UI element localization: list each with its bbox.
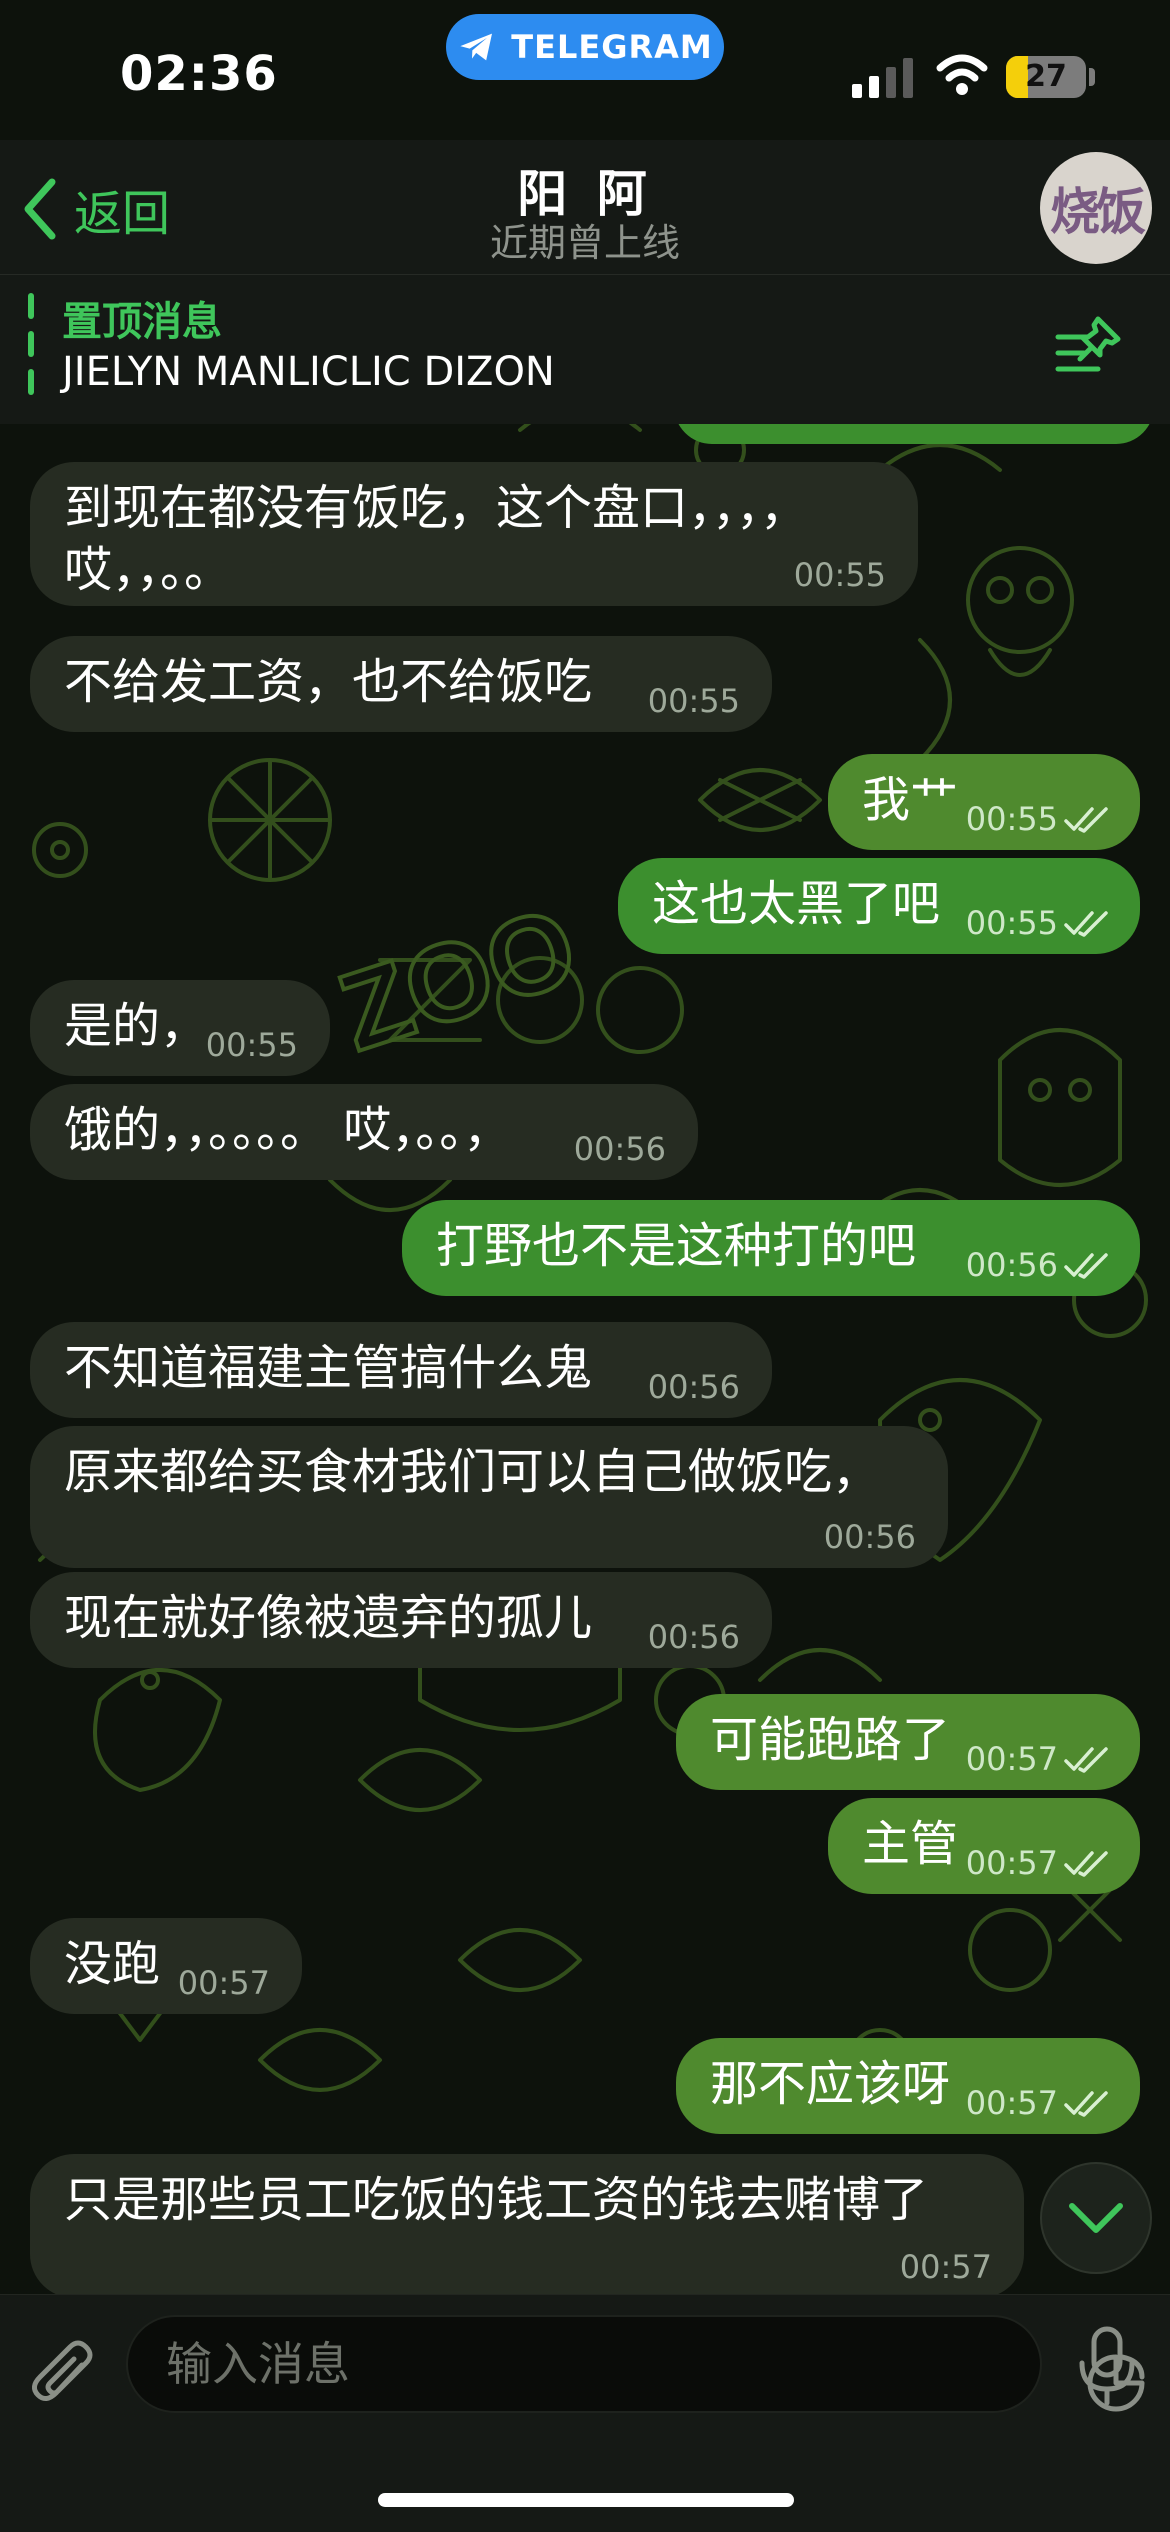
message-time: 00:55 xyxy=(206,1028,298,1062)
composer xyxy=(0,2294,1170,2532)
pinned-text: JIELYN MANLICLIC DIZON xyxy=(62,349,555,395)
pinned-message[interactable]: 置顶消息 JIELYN MANLICLIC DIZON xyxy=(0,274,1170,424)
pinned-indicator xyxy=(28,293,34,407)
message-time-label: 00:55 xyxy=(647,682,740,720)
incoming-message[interactable]: 饿的，，。。。。 哎，。。， 00:56 xyxy=(30,1084,698,1180)
message-time-label: 00:55 xyxy=(205,1026,298,1064)
message-time-label: 00:56 xyxy=(573,1130,666,1168)
message-text: 原来都给买食材我们可以自己做饭吃， xyxy=(64,1444,881,1500)
message-time: 00:57 xyxy=(900,2250,992,2284)
chat-header: 返回 阳 阿 近期曾上线 烧饭 xyxy=(0,140,1170,274)
message-time: 00:57 xyxy=(178,1966,270,2000)
outgoing-message[interactable]: 打野也不是这种打的吧 00:56 xyxy=(402,1200,1140,1296)
status-bar: 02:36 TELEGRAM 27 xyxy=(0,0,1170,140)
message-time: 00:56 xyxy=(824,1520,916,1554)
telegram-icon xyxy=(460,33,493,61)
incoming-message[interactable]: 不知道福建主管搞什么鬼 00:56 xyxy=(30,1322,772,1418)
outgoing-message[interactable]: 可能跑路了 00:57 xyxy=(676,1694,1140,1790)
battery-percent: 27 xyxy=(1025,59,1067,94)
message-time-label: 00:56 xyxy=(823,1518,916,1556)
battery-tip xyxy=(1089,68,1095,86)
message-time-label: 00:57 xyxy=(899,2248,992,2286)
telegram-pill[interactable]: TELEGRAM xyxy=(446,14,724,80)
message-time: 00:55 xyxy=(794,558,886,592)
chat-status: 近期曾上线 xyxy=(489,221,680,265)
message-time-label: 00:56 xyxy=(965,1246,1058,1284)
message-time: 00:57 xyxy=(966,2086,1108,2120)
message-text: 不给发工资，也不给饭吃 xyxy=(64,654,593,710)
message-time-label: 00:56 xyxy=(647,1368,740,1406)
avatar-text: 烧饭 xyxy=(1050,182,1146,241)
message-input[interactable] xyxy=(166,2317,946,2411)
paperclip-icon[interactable] xyxy=(30,2335,100,2415)
signal-icon xyxy=(852,58,913,98)
message-text: 哎，，。。 xyxy=(64,542,233,598)
message-time-label: 00:57 xyxy=(965,2084,1058,2122)
message-text: 到现在都没有饭吃，这个盘口，，，， xyxy=(64,480,809,536)
message-time: 00:55 xyxy=(966,906,1108,940)
message-input-container[interactable] xyxy=(126,2315,1145,2413)
microphone-icon[interactable] xyxy=(1074,2325,1140,2407)
scroll-down-button[interactable] xyxy=(1040,2162,1152,2274)
incoming-message[interactable]: 不给发工资，也不给饭吃 00:55 xyxy=(30,636,772,732)
battery-indicator: 27 xyxy=(1006,56,1086,98)
incoming-message[interactable]: 是的， 00:55 xyxy=(30,980,330,1076)
message-text: 现在就好像被遗弃的孤儿 xyxy=(64,1590,593,1646)
previous-message-bubble xyxy=(674,424,1154,444)
message-time-label: 00:55 xyxy=(793,556,886,594)
message-time-label: 00:55 xyxy=(965,904,1058,942)
message-time: 00:55 xyxy=(648,684,740,718)
message-time: 00:56 xyxy=(648,1370,740,1404)
message-time: 00:55 xyxy=(966,802,1108,836)
clock: 02:36 xyxy=(120,46,278,102)
message-time: 00:57 xyxy=(966,1742,1108,1776)
incoming-message[interactable]: 原来都给买食材我们可以自己做饭吃， 00:56 xyxy=(30,1426,948,1568)
outgoing-message[interactable]: 这也太黑了吧 00:55 xyxy=(618,858,1140,954)
message-time-label: 00:57 xyxy=(965,1740,1058,1778)
chevron-down-icon xyxy=(1069,2203,1123,2233)
home-indicator xyxy=(378,2493,794,2507)
message-text: 只是那些员工吃饭的钱工资的钱去赌博了 xyxy=(64,2172,929,2228)
message-time-label: 00:56 xyxy=(647,1618,740,1656)
incoming-message[interactable]: 只是那些员工吃饭的钱工资的钱去赌博了 00:57 xyxy=(30,2154,1024,2294)
message-time: 00:56 xyxy=(574,1132,666,1166)
double-check-icon xyxy=(1064,1851,1108,1877)
incoming-message[interactable]: 现在就好像被遗弃的孤儿 00:56 xyxy=(30,1572,772,1668)
pinned-label: 置顶消息 xyxy=(62,299,222,345)
outgoing-message[interactable]: 主管 00:57 xyxy=(828,1798,1140,1894)
message-text: 不知道福建主管搞什么鬼 xyxy=(64,1340,593,1396)
double-check-icon xyxy=(1064,2091,1108,2117)
message-time: 00:56 xyxy=(966,1248,1108,1282)
outgoing-message[interactable]: 我艹 00:55 xyxy=(828,754,1140,850)
double-check-icon xyxy=(1064,807,1108,833)
incoming-message[interactable]: 到现在都没有饭吃，这个盘口，，，， 哎，，。。 00:55 xyxy=(30,462,918,606)
message-time: 00:56 xyxy=(648,1620,740,1654)
wifi-icon xyxy=(936,54,988,95)
telegram-pill-label: TELEGRAM xyxy=(511,28,713,66)
double-check-icon xyxy=(1064,1747,1108,1773)
outgoing-message[interactable]: 那不应该呀 00:57 xyxy=(676,2038,1140,2134)
incoming-message[interactable]: 没跑 00:57 xyxy=(30,1918,302,2014)
message-time-label: 00:55 xyxy=(965,800,1058,838)
message-list[interactable]: 到现在都没有饭吃，这个盘口，，，， 哎，，。。 00:55 不给发工资，也不给饭吃 00… xyxy=(0,424,1170,2294)
pin-list-icon[interactable] xyxy=(1054,315,1124,377)
double-check-icon xyxy=(1064,1253,1108,1279)
double-check-icon xyxy=(1064,911,1108,937)
message-time-label: 00:57 xyxy=(965,1844,1058,1882)
message-time: 00:57 xyxy=(966,1846,1108,1880)
message-time-label: 00:57 xyxy=(177,1964,270,2002)
avatar[interactable]: 烧饭 xyxy=(1040,152,1152,264)
